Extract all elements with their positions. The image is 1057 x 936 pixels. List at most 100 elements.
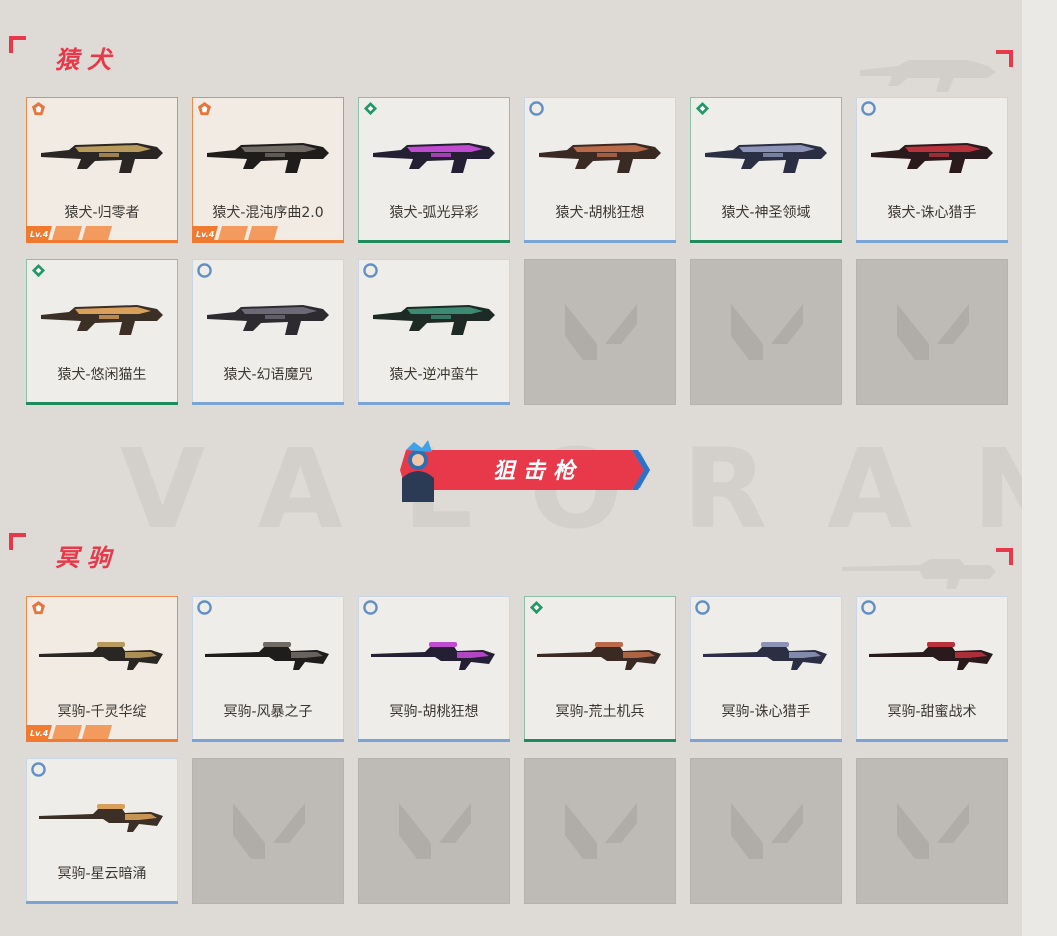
skin-card[interactable]: 猿犬-诛心猎手	[856, 97, 1008, 243]
circle-icon	[861, 600, 876, 615]
corner-bracket-icon	[996, 548, 1013, 565]
rarity-bar	[192, 402, 344, 405]
right-scroll-margin	[1022, 0, 1057, 936]
ghost-sniper-icon	[842, 559, 996, 589]
skin-name: 冥驹-风暴之子	[223, 704, 313, 720]
skin-name: 猿犬-幻语魔咒	[223, 367, 313, 383]
skin-card[interactable]: 冥驹-风暴之子	[192, 596, 344, 742]
skin-name: 冥驹-甜蜜战术	[887, 704, 977, 720]
rifle-skin-icon	[539, 143, 661, 173]
pentagon-icon	[31, 600, 46, 615]
ghost-rifle-icon	[860, 60, 996, 92]
level-label: Lv.4	[196, 230, 215, 239]
empty-slot	[524, 758, 676, 904]
rifle-skin-icon	[373, 305, 495, 335]
skin-name: 猿犬-弧光异彩	[389, 205, 479, 221]
corner-bracket-icon	[9, 533, 26, 550]
empty-slot	[524, 259, 676, 405]
skin-card[interactable]: 猿犬-逆冲蛮牛	[358, 259, 510, 405]
skin-card[interactable]: 猿犬-胡桃狂想	[524, 97, 676, 243]
skin-card[interactable]: 冥驹-星云暗涌	[26, 758, 178, 904]
category-banner: 狙击枪	[400, 440, 650, 502]
rifle-skin-icon	[373, 143, 495, 173]
skin-card[interactable]: 猿犬-归零者 Lv.4	[26, 97, 178, 243]
pentagon-icon	[31, 101, 46, 116]
rifle-skin-icon	[705, 143, 827, 173]
skin-card[interactable]: 冥驹-胡桃狂想	[358, 596, 510, 742]
skin-name: 猿犬-胡桃狂想	[555, 205, 645, 221]
sniper-skin-icon	[371, 642, 495, 670]
banner-label: 狙击枪	[493, 458, 583, 484]
skin-name: 冥驹-胡桃狂想	[389, 704, 479, 720]
skin-card[interactable]: 猿犬-弧光异彩	[358, 97, 510, 243]
rifle-skin-icon	[207, 305, 329, 335]
valorant-logo-icon	[731, 803, 803, 859]
rarity-bar	[856, 739, 1008, 742]
section-title: 猿犬	[55, 46, 119, 74]
skin-name: 冥驹-诛心猎手	[721, 704, 811, 720]
corner-bracket-icon	[9, 36, 26, 53]
valorant-logo-icon	[897, 803, 969, 859]
pentagon-icon	[197, 101, 212, 116]
skin-name: 冥驹-荒土机兵	[555, 704, 645, 720]
circle-icon	[695, 600, 710, 615]
circle-icon	[31, 762, 46, 777]
rarity-bar	[358, 240, 510, 243]
rarity-bar	[192, 739, 344, 742]
skin-card[interactable]: 冥驹-诛心猎手	[690, 596, 842, 742]
valorant-logo-icon	[731, 304, 803, 360]
skin-name: 猿犬-诛心猎手	[887, 205, 977, 221]
skin-card[interactable]: 猿犬-悠闲猫生	[26, 259, 178, 405]
valorant-logo-icon	[399, 803, 471, 859]
corner-bracket-icon	[996, 50, 1013, 67]
rifle-skin-icon	[871, 143, 993, 173]
skin-gallery-panel: VALORANT 猿犬 冥驹 狙击枪 猿犬-归零者Lv.4 猿犬-混沌序曲2.	[0, 0, 1022, 936]
skin-card[interactable]: 冥驹-荒土机兵	[524, 596, 676, 742]
sniper-skin-icon	[703, 642, 827, 670]
skin-card[interactable]: 冥驹-千灵华绽 Lv.4	[26, 596, 178, 742]
skin-card[interactable]: 猿犬-混沌序曲2.0 Lv.4	[192, 97, 344, 243]
rarity-bar	[26, 901, 178, 904]
sniper-skin-icon	[537, 642, 661, 670]
empty-slot	[358, 758, 510, 904]
rarity-bar	[192, 240, 344, 243]
diamond-icon	[695, 101, 710, 116]
circle-icon	[197, 600, 212, 615]
rarity-bar	[26, 739, 178, 742]
rarity-bar	[690, 739, 842, 742]
rarity-bar	[26, 402, 178, 405]
rarity-bar	[358, 739, 510, 742]
skin-card[interactable]: 冥驹-甜蜜战术	[856, 596, 1008, 742]
empty-slot	[856, 259, 1008, 405]
sniper-skin-icon	[39, 804, 163, 832]
rifle-skin-icon	[41, 305, 163, 335]
sniper-skin-icon	[869, 642, 993, 670]
circle-icon	[529, 101, 544, 116]
diamond-icon	[529, 600, 544, 615]
skin-card[interactable]: 猿犬-神圣领域	[690, 97, 842, 243]
valorant-logo-icon	[565, 803, 637, 859]
rarity-bar	[524, 240, 676, 243]
valorant-logo-icon	[565, 304, 637, 360]
skin-card[interactable]: 猿犬-幻语魔咒	[192, 259, 344, 405]
section-title: 冥驹	[55, 544, 119, 572]
level-label: Lv.4	[30, 729, 49, 738]
circle-icon	[861, 101, 876, 116]
valorant-logo-icon	[233, 803, 305, 859]
rifle-skin-icon	[207, 143, 329, 173]
skin-name: 猿犬-逆冲蛮牛	[389, 367, 479, 383]
circle-icon	[197, 263, 212, 278]
rarity-bar	[524, 739, 676, 742]
rarity-bar	[856, 240, 1008, 243]
empty-slot	[690, 259, 842, 405]
diamond-icon	[31, 263, 46, 278]
skin-name: 猿犬-神圣领域	[721, 205, 811, 221]
circle-icon	[363, 600, 378, 615]
circle-icon	[363, 263, 378, 278]
skin-name: 猿犬-悠闲猫生	[57, 367, 147, 383]
skin-name: 猿犬-归零者	[64, 205, 140, 221]
skin-name: 冥驹-星云暗涌	[57, 866, 147, 882]
valorant-logo-icon	[897, 304, 969, 360]
sniper-skin-icon	[205, 642, 329, 670]
empty-slot	[690, 758, 842, 904]
